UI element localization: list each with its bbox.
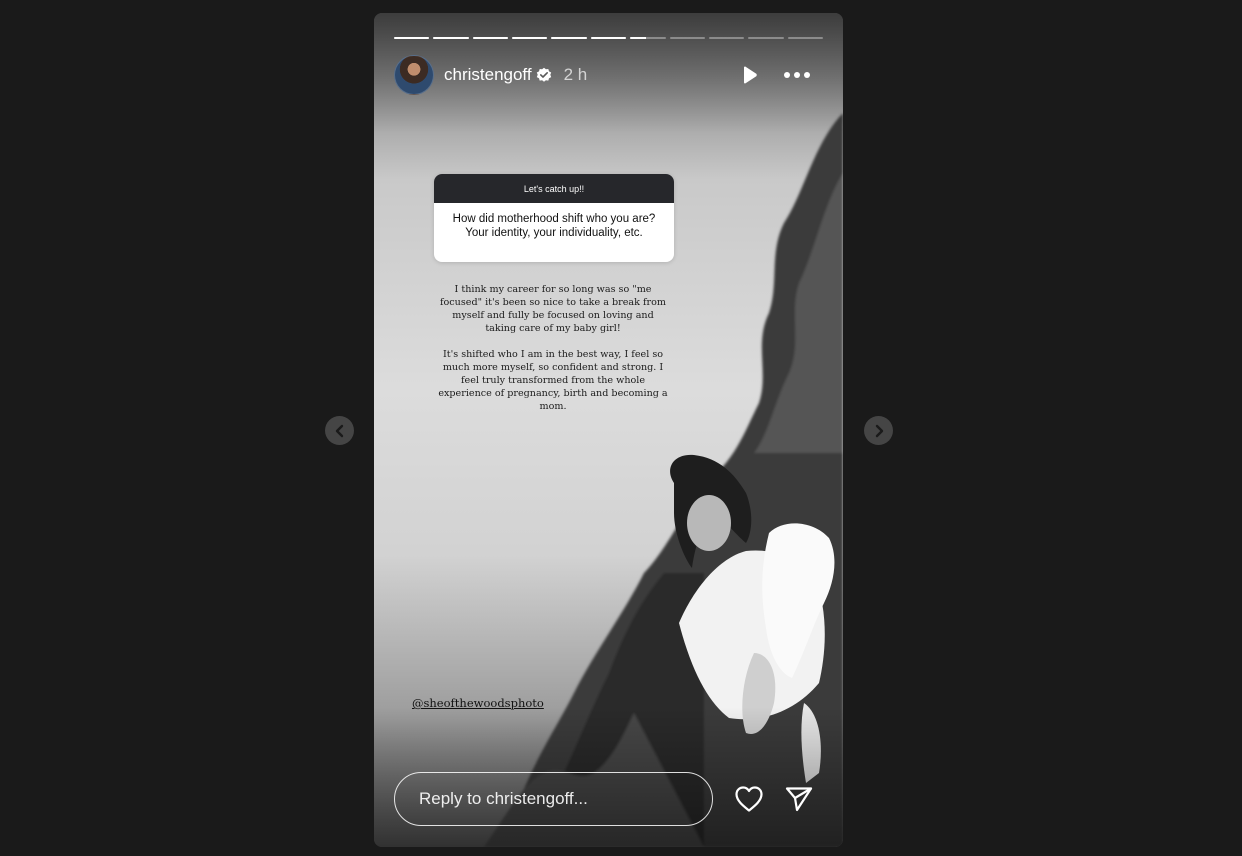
progress-fill: [512, 37, 548, 39]
story-header: christengoff 2 h: [394, 55, 823, 95]
more-horizontal-icon: [784, 72, 810, 78]
chevron-right-icon: [875, 424, 883, 437]
question-text: How did motherhood shift who you are? Yo…: [434, 203, 674, 240]
play-icon: [744, 66, 757, 84]
share-button[interactable]: [783, 783, 815, 815]
heart-icon: [735, 786, 763, 812]
question-prompt: Let's catch up!!: [434, 174, 674, 203]
progress-fill: [472, 37, 509, 39]
progress-segment: [590, 37, 627, 39]
progress-segment: [748, 37, 784, 39]
reply-bar: [394, 772, 824, 826]
chevron-left-icon: [335, 424, 343, 437]
progress-segment: [433, 37, 469, 39]
question-line: How did motherhood shift who you are?: [452, 213, 656, 225]
previous-story-button[interactable]: [325, 416, 354, 445]
progress-segment: [708, 37, 745, 39]
progress-fill: [551, 37, 587, 39]
progress-segment: [512, 37, 548, 39]
progress-fill: [394, 37, 430, 39]
answer-text: I think my career for so long was so "me…: [438, 283, 668, 426]
verified-badge-icon: [536, 67, 552, 83]
reply-input[interactable]: [394, 772, 713, 826]
more-options-button[interactable]: [783, 63, 811, 87]
progress-fill: [433, 37, 469, 39]
question-sticker: Let's catch up!! How did motherhood shif…: [434, 174, 674, 262]
avatar[interactable]: [394, 55, 434, 95]
send-icon: [785, 787, 813, 812]
answer-paragraph: I think my career for so long was so "me…: [439, 284, 666, 334]
question-line: Your identity, your individuality, etc.: [465, 227, 643, 239]
photo-credit-mention[interactable]: @sheofthewoodsphoto: [412, 696, 544, 710]
post-time: 2 h: [563, 65, 588, 84]
story-progress-bar: [394, 37, 823, 40]
story-frame[interactable]: christengoff 2 h: [374, 13, 843, 847]
story-viewer: christengoff 2 h Let's catch up!! How di…: [0, 0, 1242, 856]
like-button[interactable]: [733, 783, 765, 815]
progress-segment: [394, 37, 430, 39]
progress-fill: [590, 37, 627, 39]
username[interactable]: christengoff: [444, 65, 532, 85]
progress-fill: [630, 37, 647, 39]
progress-segment: [787, 37, 823, 39]
answer-paragraph: It's shifted who I am in the best way, I…: [438, 349, 668, 412]
next-story-button[interactable]: [864, 416, 893, 445]
progress-segment: [551, 37, 587, 39]
progress-segment: [669, 37, 705, 39]
progress-segment: [630, 37, 666, 39]
progress-segment: [472, 37, 509, 39]
play-button[interactable]: [737, 63, 761, 87]
